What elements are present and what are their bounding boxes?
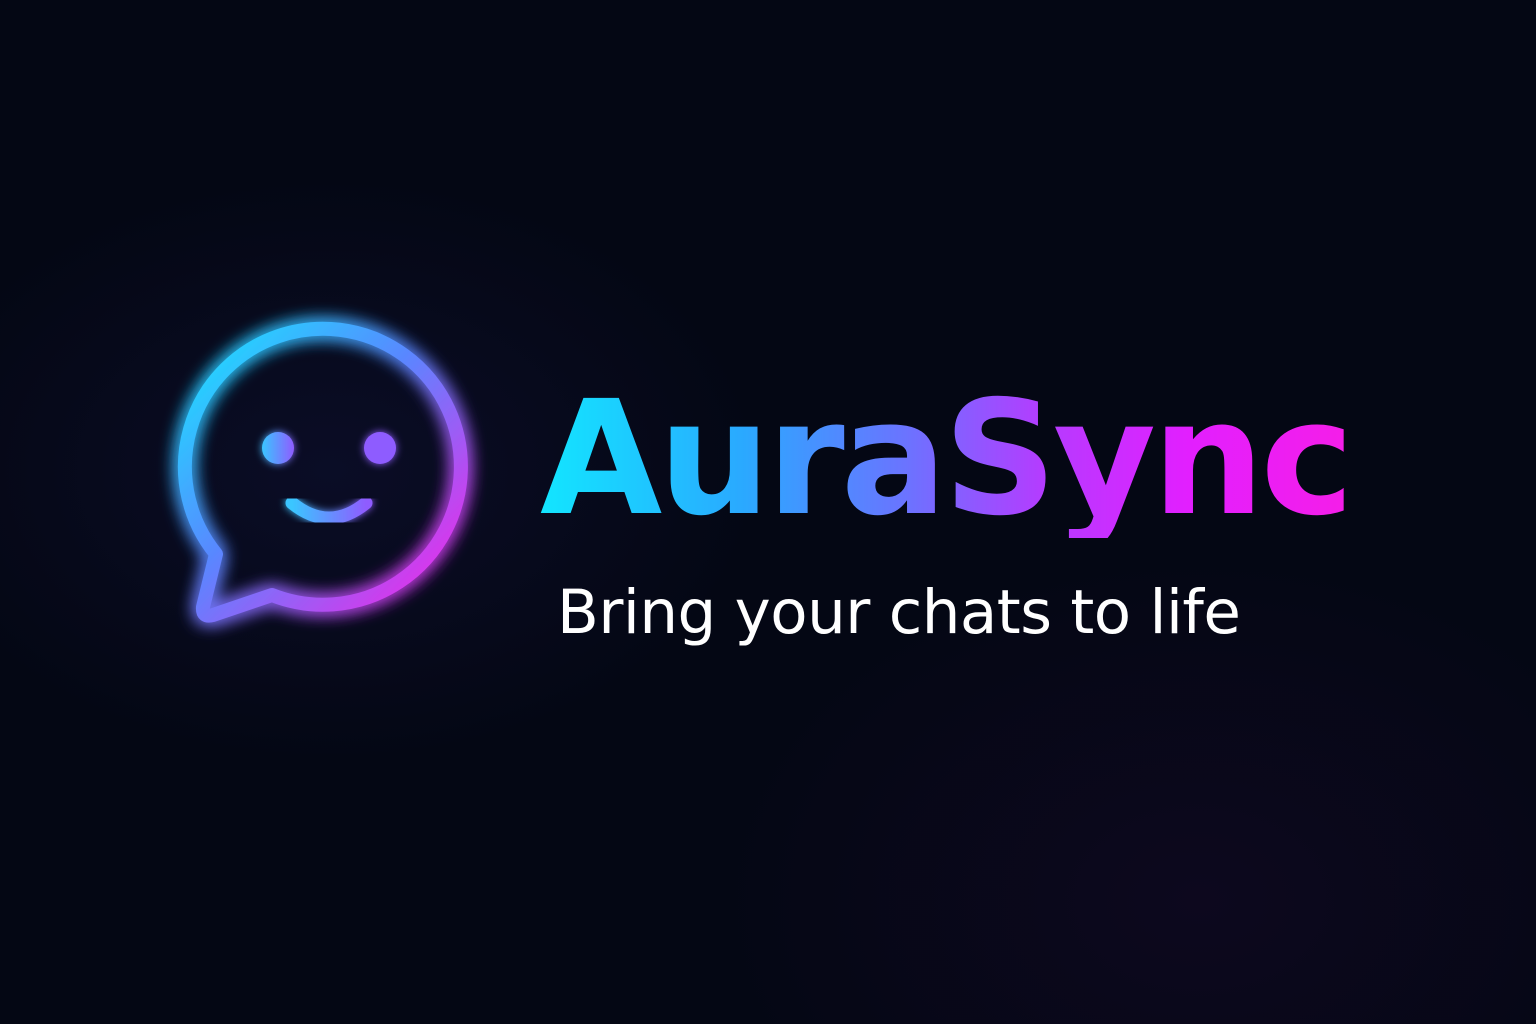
smiling-chat-bubble-icon <box>150 300 510 660</box>
splash-screen: AuraSync Bring your chats to life <box>0 0 1536 1024</box>
brand-tagline: Bring your chats to life <box>557 577 1241 648</box>
right-eye <box>364 432 396 464</box>
brand-name: AuraSync <box>540 367 1354 551</box>
chat-bubble-outline <box>177 321 468 623</box>
smile <box>285 496 373 525</box>
left-eye <box>262 432 294 464</box>
